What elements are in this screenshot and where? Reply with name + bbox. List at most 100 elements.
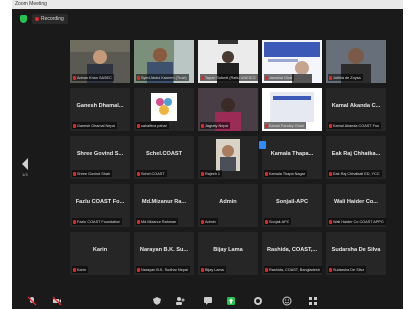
mic-muted-icon bbox=[137, 123, 140, 128]
participant-tile[interactable]: Jawahar Dhal bbox=[262, 40, 322, 83]
participant-tile[interactable]: Admin Admin bbox=[198, 184, 258, 227]
participant-name-tag: Tapan Subedi (Rattu UNESCO) bbox=[200, 74, 258, 81]
reactions-icon[interactable] bbox=[282, 296, 292, 306]
participant-tile[interactable]: Wali Haider Co... Wali Haider Co COAST AP… bbox=[326, 184, 386, 227]
participant-name-tag: Syed Abdul Kareem (Trust) bbox=[136, 74, 189, 81]
participant-tile[interactable]: Md.Mizanur Ra... Md.Mizanur Rahman bbox=[134, 184, 194, 227]
participant-name-tag: sahaittva pahal bbox=[136, 122, 169, 129]
participant-name: Ganesh Dhamal Nepal bbox=[77, 123, 116, 128]
mic-muted-icon bbox=[73, 267, 76, 272]
participant-tile[interactable]: Shree Govind S... Shree Govind Shah bbox=[70, 136, 130, 179]
participant-tile[interactable]: Sudarsha De Silva Sudarsha De Silva bbox=[326, 232, 386, 275]
participant-name-tag: Jagraty Nepal bbox=[200, 122, 231, 129]
mic-muted-icon bbox=[137, 219, 140, 224]
mic-muted-icon bbox=[137, 267, 140, 272]
video-icon[interactable] bbox=[52, 296, 62, 306]
participant-name: Fazlu COAST Foundation bbox=[77, 219, 121, 224]
participant-tile[interactable]: Eak Raj Chhatka... Eak Raj Chhatkali ED, … bbox=[326, 136, 386, 179]
mic-muted-icon bbox=[73, 123, 76, 128]
participant-tile[interactable]: Kamal Akanda C... Kamal Akanda COAST Fou bbox=[326, 88, 386, 131]
participant-display-name: Fazlu COAST Fo... bbox=[75, 199, 125, 205]
mic-muted-icon bbox=[329, 75, 332, 80]
participant-display-name: Rashida, COAST,... bbox=[266, 247, 318, 253]
recording-indicator[interactable]: Recording bbox=[32, 14, 68, 24]
security-icon[interactable] bbox=[152, 296, 162, 306]
participant-name-tag: Sonjail-APC bbox=[264, 218, 292, 225]
participant-tile[interactable]: Tapan Subedi (Rattu UNESCO) bbox=[198, 40, 258, 83]
apps-icon[interactable] bbox=[308, 296, 318, 306]
mic-muted-icon bbox=[265, 267, 268, 272]
participant-tile[interactable]: sahaittva pahal bbox=[134, 88, 194, 131]
participant-name-tag: Fazlu COAST Foundation bbox=[72, 218, 123, 225]
page-indicator: 1/3 bbox=[22, 172, 28, 177]
mic-muted-icon bbox=[329, 123, 332, 128]
participant-name-tag: Jawahar Dhal bbox=[264, 74, 295, 81]
participant-name-tag: Narayan B.K. Sudhar Nepal bbox=[136, 266, 190, 273]
mic-muted-icon bbox=[201, 219, 204, 224]
participant-tile[interactable]: Sonjail-APC Sonjail-APC bbox=[262, 184, 322, 227]
participant-display-name: Sonjail-APC bbox=[275, 199, 308, 205]
participant-name-tag: Wali Haider Co COAST APPCC bbox=[328, 218, 386, 225]
participant-tile[interactable]: Bijay Lama Bijay Lama bbox=[198, 232, 258, 275]
record-icon[interactable] bbox=[253, 296, 263, 306]
participant-name: Rajesh 1 bbox=[205, 171, 220, 176]
participant-name: Schel.COAST bbox=[141, 171, 165, 176]
mic-muted-icon bbox=[265, 123, 268, 128]
participants-icon[interactable] bbox=[175, 296, 185, 306]
participant-name: Kamal Pandey Ghari bbox=[269, 123, 305, 128]
mic-muted-icon bbox=[137, 75, 140, 80]
participant-tile[interactable]: Kamala Thapa... Kamala Thapa Nagar bbox=[262, 136, 322, 179]
participant-name-tag: Admin bbox=[200, 218, 218, 225]
participant-name-tag: Kamal Akanda COAST Fou bbox=[328, 122, 382, 129]
participant-tile[interactable]: Adnan Khan SASEC bbox=[70, 40, 130, 83]
participant-name-tag: Md.Mizanur Rahman bbox=[136, 218, 179, 225]
mic-muted-icon bbox=[73, 219, 76, 224]
record-dot-icon bbox=[35, 17, 39, 21]
mic-muted-icon bbox=[329, 219, 332, 224]
participant-name: Kamal Akanda COAST Fou bbox=[333, 123, 380, 128]
participant-name-tag: Karin bbox=[72, 266, 88, 273]
participant-name: sahaittva pahal bbox=[141, 123, 167, 128]
participant-name: Adnan Khan SASEC bbox=[77, 75, 112, 80]
participant-tile[interactable]: Kamal Pandey Ghari bbox=[262, 88, 322, 131]
participant-display-name: Ganesh Dhamal... bbox=[76, 103, 124, 109]
participant-display-name: Kamal Akanda C... bbox=[331, 103, 381, 109]
participant-tile[interactable]: Jothila de Zoysa bbox=[326, 40, 386, 83]
participant-display-name: Wali Haider Co... bbox=[334, 199, 378, 205]
participant-tile[interactable]: Schel.COAST Schel.COAST bbox=[134, 136, 194, 179]
mic-muted-icon bbox=[265, 75, 268, 80]
mic-icon[interactable] bbox=[27, 296, 37, 306]
participant-tile[interactable]: Rajesh 1 bbox=[198, 136, 258, 179]
mic-muted-icon bbox=[329, 267, 332, 272]
participant-name: Bijay Lama bbox=[205, 267, 224, 272]
pin-badge-icon[interactable] bbox=[259, 141, 266, 149]
participant-tile[interactable]: Fazlu COAST Fo... Fazlu COAST Foundation bbox=[70, 184, 130, 227]
mic-muted-icon bbox=[201, 267, 204, 272]
recording-label: Recording bbox=[41, 16, 64, 22]
participant-name-tag: Jothila de Zoysa bbox=[328, 74, 363, 81]
participant-name-tag: Kamal Pandey Ghari bbox=[264, 122, 307, 129]
participant-tile[interactable]: Ganesh Dhamal... Ganesh Dhamal Nepal bbox=[70, 88, 130, 131]
participant-tile[interactable]: Karin Karin bbox=[70, 232, 130, 275]
participant-display-name: Bijay Lama bbox=[213, 247, 243, 253]
shield-icon[interactable] bbox=[20, 15, 27, 23]
share-screen-icon[interactable] bbox=[226, 296, 236, 306]
previous-page-arrow-icon[interactable] bbox=[22, 158, 28, 170]
participant-name-tag: Rashida, COAST, Bangladesh bbox=[264, 266, 322, 273]
participant-name: Admin bbox=[205, 219, 216, 224]
mic-muted-icon bbox=[73, 171, 76, 176]
participant-name: Rashida, COAST, Bangladesh bbox=[269, 267, 320, 272]
participant-tile[interactable]: Narayan B.K. Su... Narayan B.K. Sudhar Ne… bbox=[134, 232, 194, 275]
chat-icon[interactable] bbox=[203, 296, 213, 306]
mic-muted-icon bbox=[265, 171, 268, 176]
participant-name: Sonjail-APC bbox=[269, 219, 290, 224]
participant-tile[interactable]: Syed Abdul Kareem (Trust) bbox=[134, 40, 194, 83]
participant-tile[interactable]: Rashida, COAST,... Rashida, COAST, Bangla… bbox=[262, 232, 322, 275]
meeting-toolbar bbox=[12, 293, 403, 309]
participant-name: Jawahar Dhal bbox=[269, 75, 293, 80]
participant-tile[interactable]: Jagraty Nepal bbox=[198, 88, 258, 131]
participant-name-tag: Rajesh 1 bbox=[200, 170, 222, 177]
participant-name: Kamala Thapa Nagar bbox=[269, 171, 306, 176]
mic-muted-icon bbox=[201, 75, 204, 80]
participant-name: Shree Govind Shah bbox=[77, 171, 111, 176]
